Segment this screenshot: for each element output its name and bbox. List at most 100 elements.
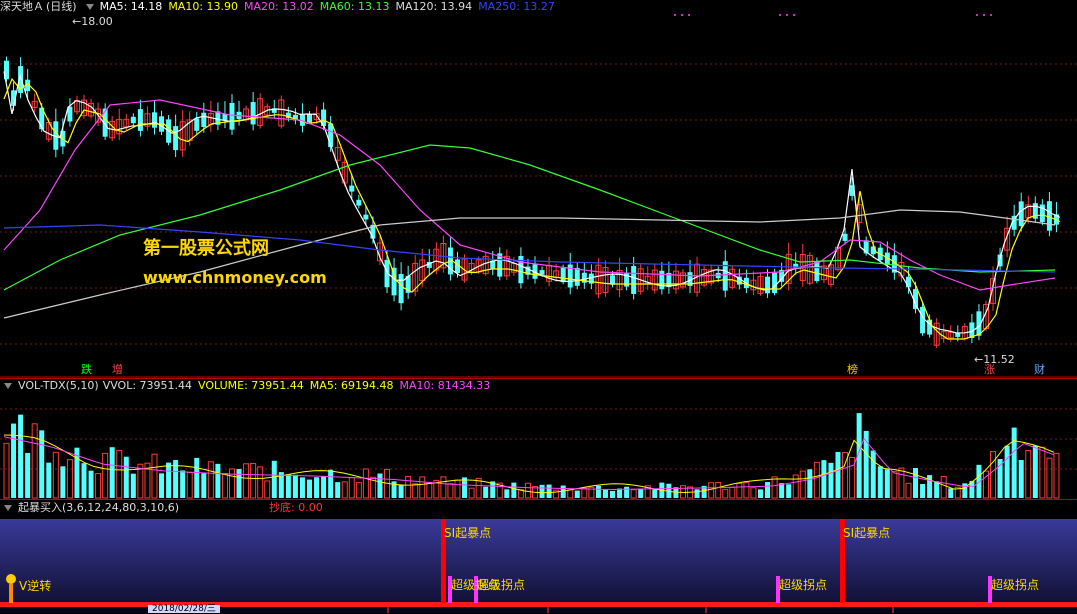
dropdown-icon[interactable] (85, 3, 94, 10)
volume-bar (511, 482, 517, 498)
volume-bar (934, 481, 940, 498)
volume-bar (81, 463, 87, 498)
marker-dot (793, 14, 795, 16)
ma-legend-item: MA250: 13.27 (478, 0, 555, 13)
period-label: (日线) (46, 0, 77, 13)
event-badge[interactable]: 增 (110, 363, 125, 377)
volume-bar (299, 477, 305, 498)
marker-dot (681, 14, 683, 16)
volume-bar (31, 423, 38, 499)
candle-body (222, 114, 228, 121)
volume-bar (835, 451, 841, 498)
volume-bar (948, 488, 954, 498)
volume-bar (849, 456, 856, 499)
watermark-title: 第一股票公式网 (143, 238, 269, 259)
volume-bar (348, 477, 355, 499)
dropdown-icon[interactable] (4, 382, 12, 389)
signal-pane[interactable]: 起暴买入(3,6,12,24,80,3,10,6) 抄底: 0.00 V逆转 SI… (0, 500, 1077, 614)
volume-bar (194, 457, 200, 498)
volume-bar (722, 488, 729, 499)
signal-background (0, 519, 1077, 603)
volume-bar (102, 452, 109, 499)
volume-bar (419, 476, 426, 499)
si-signal-label-2: SI起暴点 (843, 526, 891, 540)
ma5-line (3, 71, 1061, 334)
ma-legend-item: MA20: 13.02 (244, 0, 314, 13)
volume-bar (765, 482, 771, 498)
volume-header: VOL-TDX(5,10) VVOL: 73951.44 VOLUME: 73951… (0, 379, 496, 393)
date-axis-label: 2018/02/28/三 (148, 605, 220, 614)
volume-bar (891, 471, 898, 499)
volume-bar (595, 485, 601, 498)
volume-bar (610, 490, 616, 498)
volume-bar (736, 482, 743, 499)
volume-bar (940, 476, 947, 499)
volume-bar (123, 456, 129, 498)
candle-body (356, 199, 362, 206)
volume-bar (884, 469, 890, 498)
volume-bar (638, 488, 644, 498)
volume-bar (46, 462, 52, 498)
volume-bar (913, 467, 919, 498)
super-turn-label-2: 超级拐点 (477, 578, 526, 592)
ma-legend-item: MA60: 13.13 (319, 0, 390, 13)
volume-bar (581, 487, 588, 499)
volume-bar (905, 482, 912, 499)
event-badge[interactable]: 涨 (982, 363, 997, 377)
volume-bar (1046, 457, 1053, 499)
ma-legend-item: MA10: 13.90 (168, 0, 239, 13)
volume-bar (624, 486, 630, 498)
volume-bar (95, 473, 102, 499)
volume-bar (264, 480, 271, 499)
volume-bar (715, 482, 722, 499)
volume-bar (228, 468, 235, 499)
price-chart[interactable] (0, 0, 1077, 378)
volume-bar (321, 476, 327, 498)
candle-body (250, 102, 256, 125)
event-badge[interactable]: 榜 (845, 363, 860, 377)
volume-bar (877, 466, 883, 498)
super-turn-label-4: 超级拐点 (991, 578, 1040, 592)
candle-body (201, 112, 207, 127)
volume-bar (236, 469, 242, 498)
volume-bar (109, 447, 115, 498)
signal-indicator-name: 起暴买入 (18, 501, 62, 514)
volume-bar (221, 473, 228, 499)
ma-legend-item: MA5: 14.18 (99, 0, 163, 13)
marker-dot (983, 14, 985, 16)
volume-bar (440, 476, 447, 499)
event-badge[interactable]: 财 (1032, 363, 1047, 377)
signal-chart[interactable] (0, 500, 1077, 613)
volume-bar (405, 475, 412, 499)
volume-bar (990, 451, 997, 499)
volume-bar (52, 451, 59, 499)
volume-bar (652, 489, 658, 498)
volume-bar (271, 460, 277, 498)
price-pane[interactable]: 深天地Ａ (日线) MA5: 14.18 MA10: 13.90 MA20: 13.02… (0, 0, 1077, 378)
event-badge[interactable]: 跌 (79, 363, 94, 377)
volume-bar (3, 442, 10, 499)
volume-bar (314, 477, 320, 498)
volume-chart[interactable] (0, 379, 1077, 499)
volume-bar (186, 472, 193, 499)
candle-body (363, 214, 369, 220)
volume-bar (88, 470, 94, 498)
volume-bar (553, 489, 560, 499)
candle-body (307, 114, 313, 123)
volume-bar (602, 489, 608, 498)
marker-dot (786, 14, 788, 16)
volume-bar (426, 482, 433, 499)
volume-bar (786, 484, 792, 498)
volume-bar (18, 414, 24, 498)
volume-pane[interactable]: VOL-TDX(5,10) VVOL: 73951.44 VOLUME: 73951… (0, 379, 1077, 499)
dropdown-icon[interactable] (4, 504, 12, 511)
signal-params: (3,6,12,24,80,3,10,6) (62, 501, 180, 514)
candle-body (1018, 201, 1024, 227)
volume-bar (574, 490, 580, 498)
volume-bar (60, 466, 66, 498)
volume-bar (898, 467, 905, 499)
volume-bar (630, 489, 637, 499)
candle-body (842, 233, 848, 241)
candle-body (229, 102, 235, 130)
volume-bar (355, 482, 362, 499)
